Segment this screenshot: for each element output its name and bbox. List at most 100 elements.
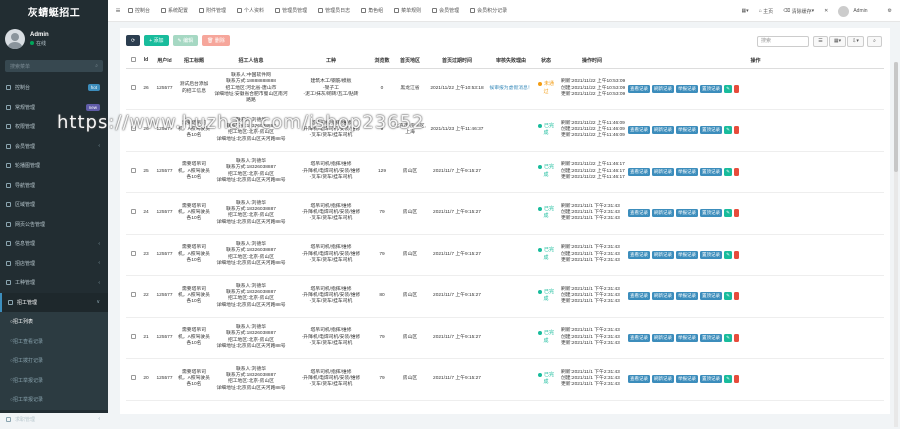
sidebar-item-4[interactable]: 轮播图管理 bbox=[0, 156, 108, 176]
row-checkbox[interactable] bbox=[126, 317, 140, 359]
top-records-button[interactable]: 置顶记录 bbox=[700, 126, 722, 134]
fullscreen-icon[interactable]: ✕ bbox=[824, 8, 828, 14]
top-records-button[interactable]: 置顶记录 bbox=[700, 334, 722, 342]
refresh-button[interactable]: ⟳ bbox=[126, 35, 140, 46]
report-records-button[interactable]: 举报记录 bbox=[676, 126, 698, 134]
vertical-scrollbar[interactable] bbox=[894, 62, 898, 427]
delete-row-button[interactable] bbox=[734, 85, 739, 93]
sidebar-item-6[interactable]: 区域管理 bbox=[0, 195, 108, 215]
sidebar-item-10[interactable]: 工种管理‹ bbox=[0, 273, 108, 293]
report-records-button[interactable]: 举报记录 bbox=[676, 334, 698, 342]
search-icon[interactable]: ⌕ bbox=[867, 36, 882, 47]
top-records-button[interactable]: 置顶记录 bbox=[700, 168, 722, 176]
export-icon[interactable]: ⇩▾ bbox=[847, 36, 864, 47]
row-checkbox[interactable] bbox=[126, 276, 140, 318]
edit-row-button[interactable]: ✎ bbox=[724, 292, 732, 300]
report-records-button[interactable]: 举报记录 bbox=[676, 85, 698, 93]
report-records-button[interactable]: 举报记录 bbox=[676, 375, 698, 383]
top-tab-7[interactable]: 菜单规则 bbox=[394, 7, 421, 14]
col-title[interactable]: 招工标题 bbox=[177, 53, 211, 68]
columns-icon[interactable]: ▦▾ bbox=[829, 36, 846, 47]
refresh-records-button[interactable]: 刷新记录 bbox=[652, 168, 674, 176]
top-tab-9[interactable]: 会员积分记录 bbox=[470, 7, 507, 14]
top-tab-2[interactable]: 附件管理 bbox=[199, 7, 226, 14]
sidebar-item-8[interactable]: 信息管理‹ bbox=[0, 234, 108, 254]
top-tab-0[interactable]: 控制台 bbox=[128, 7, 150, 14]
delete-row-button[interactable] bbox=[734, 168, 739, 176]
menu-toggle-icon[interactable]: ≡ bbox=[108, 6, 128, 15]
refresh-records-button[interactable]: 刷新记录 bbox=[652, 334, 674, 342]
col-expire[interactable]: 首页过期时间 bbox=[427, 53, 487, 68]
refresh-records-button[interactable]: 刷新记录 bbox=[652, 251, 674, 259]
toggle-view-icon[interactable]: ☰ bbox=[813, 36, 828, 47]
top-records-button[interactable]: 置顶记录 bbox=[700, 251, 722, 259]
delete-row-button[interactable] bbox=[734, 126, 739, 134]
sidebar-item-12[interactable]: ○ 招工列表 bbox=[0, 312, 108, 332]
edit-row-button[interactable]: ✎ bbox=[724, 251, 732, 259]
view-records-button[interactable]: 查看记录 bbox=[628, 126, 650, 134]
sidebar-item-13[interactable]: ○ 招工查看记录 bbox=[0, 332, 108, 352]
view-records-button[interactable]: 查看记录 bbox=[628, 251, 650, 259]
view-records-button[interactable]: 查看记录 bbox=[628, 334, 650, 342]
top-tab-8[interactable]: 会员管理 bbox=[432, 7, 459, 14]
col-area[interactable]: 首页地区 bbox=[393, 53, 427, 68]
refresh-records-button[interactable]: 刷新记录 bbox=[652, 292, 674, 300]
row-checkbox[interactable] bbox=[126, 193, 140, 235]
col-status[interactable]: 状态 bbox=[535, 53, 557, 68]
edit-row-button[interactable]: ✎ bbox=[724, 85, 732, 93]
sidebar-item-17[interactable]: 求职管理‹ bbox=[0, 410, 108, 429]
view-records-button[interactable]: 查看记录 bbox=[628, 168, 650, 176]
sidebar-item-14[interactable]: ○ 招工拨打记录 bbox=[0, 351, 108, 371]
top-records-button[interactable]: 置顶记录 bbox=[700, 375, 722, 383]
sidebar-item-2[interactable]: 权限管理‹ bbox=[0, 117, 108, 137]
col-types[interactable]: 工种 bbox=[291, 53, 371, 68]
sidebar-item-11[interactable]: 招工管理∨ bbox=[0, 293, 108, 313]
refresh-records-button[interactable]: 刷新记录 bbox=[652, 85, 674, 93]
select-all-checkbox[interactable] bbox=[126, 53, 140, 68]
view-records-button[interactable]: 查看记录 bbox=[628, 292, 650, 300]
sidebar-item-3[interactable]: 会员管理‹ bbox=[0, 137, 108, 157]
edit-row-button[interactable]: ✎ bbox=[724, 168, 732, 176]
add-button[interactable]: + 添加 bbox=[144, 35, 168, 46]
user-menu[interactable]: Admin bbox=[838, 6, 867, 17]
edit-row-button[interactable]: ✎ bbox=[724, 334, 732, 342]
refresh-records-button[interactable]: 刷新记录 bbox=[652, 126, 674, 134]
col-reason[interactable]: 审核失败理由 bbox=[487, 53, 535, 68]
col-id[interactable]: Id bbox=[140, 53, 152, 68]
delete-row-button[interactable] bbox=[734, 209, 739, 217]
report-records-button[interactable]: 举报记录 bbox=[676, 168, 698, 176]
col-time[interactable]: 操作时间 bbox=[557, 53, 627, 68]
sidebar-item-15[interactable]: ○ 招工举报记录 bbox=[0, 371, 108, 391]
row-checkbox[interactable] bbox=[126, 234, 140, 276]
settings-gear-icon[interactable]: ⚙ bbox=[888, 8, 892, 14]
top-tab-1[interactable]: 系统配置 bbox=[161, 7, 188, 14]
top-records-button[interactable]: 置顶记录 bbox=[700, 292, 722, 300]
edit-row-button[interactable]: ✎ bbox=[724, 375, 732, 383]
sidebar-item-7[interactable]: 网页公告管理 bbox=[0, 215, 108, 235]
row-checkbox[interactable] bbox=[126, 151, 140, 193]
refresh-records-button[interactable]: 刷新记录 bbox=[652, 375, 674, 383]
view-records-button[interactable]: 查看记录 bbox=[628, 375, 650, 383]
edit-button[interactable]: ✎ 编辑 bbox=[173, 35, 199, 46]
top-tab-5[interactable]: 管理员日志 bbox=[318, 7, 350, 14]
col-user-id[interactable]: 用户Id bbox=[152, 53, 177, 68]
sidebar-item-5[interactable]: 导航管理 bbox=[0, 176, 108, 196]
scrollbar-thumb[interactable] bbox=[894, 62, 898, 172]
edit-row-button[interactable]: ✎ bbox=[724, 126, 732, 134]
top-records-button[interactable]: 置顶记录 bbox=[700, 209, 722, 217]
delete-row-button[interactable] bbox=[734, 251, 739, 259]
row-checkbox[interactable] bbox=[126, 110, 140, 152]
sidebar-item-0[interactable]: 控制台hot bbox=[0, 78, 108, 98]
view-records-button[interactable]: 查看记录 bbox=[628, 85, 650, 93]
top-tab-6[interactable]: 角色组 bbox=[361, 7, 383, 14]
report-records-button[interactable]: 举报记录 bbox=[676, 292, 698, 300]
report-records-button[interactable]: 举报记录 bbox=[676, 251, 698, 259]
sidebar-item-16[interactable]: ○ 招工举报记录 bbox=[0, 390, 108, 410]
sidebar-search-input[interactable]: 搜索菜单 ⌕ bbox=[5, 60, 103, 72]
table-search-input[interactable]: 搜索 bbox=[757, 36, 809, 47]
home-link[interactable]: ⌂ 主页 bbox=[759, 8, 773, 15]
edit-row-button[interactable]: ✎ bbox=[724, 209, 732, 217]
top-records-button[interactable]: 置顶记录 bbox=[700, 85, 722, 93]
top-tab-4[interactable]: 管理员管理 bbox=[275, 7, 307, 14]
report-records-button[interactable]: 举报记录 bbox=[676, 209, 698, 217]
